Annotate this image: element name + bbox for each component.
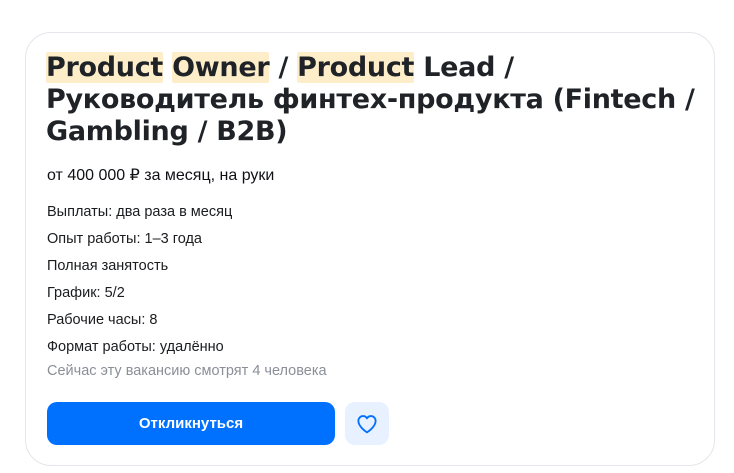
title-part: Owner bbox=[172, 52, 270, 83]
title-part: Product bbox=[46, 52, 164, 83]
detail-work-format: Формат работы: удалённо bbox=[47, 339, 224, 355]
salary: от 400 000 ₽ за месяц, на руки bbox=[47, 167, 275, 184]
detail-schedule: График: 5/2 bbox=[47, 285, 125, 301]
apply-button[interactable]: Откликнуться bbox=[47, 402, 335, 445]
detail-employment: Полная занятость bbox=[47, 258, 169, 274]
title-part: Product bbox=[297, 52, 415, 83]
title-part bbox=[163, 52, 172, 83]
detail-payments: Выплаты: два раза в месяц bbox=[47, 204, 233, 220]
vacancy-details: Выплаты: два раза в месяц Опыт работы: 1… bbox=[47, 199, 232, 361]
vacancy-title[interactable]: Product Owner / Product Lead / Руководит… bbox=[46, 52, 696, 148]
detail-experience: Опыт работы: 1–3 года bbox=[47, 231, 202, 247]
heart-outline-icon bbox=[356, 414, 378, 434]
favorite-button[interactable] bbox=[345, 402, 389, 445]
title-part: / bbox=[269, 52, 298, 83]
viewers-count: Сейчас эту вакансию смотрят 4 человека bbox=[47, 363, 327, 379]
detail-hours: Рабочие часы: 8 bbox=[47, 312, 158, 328]
